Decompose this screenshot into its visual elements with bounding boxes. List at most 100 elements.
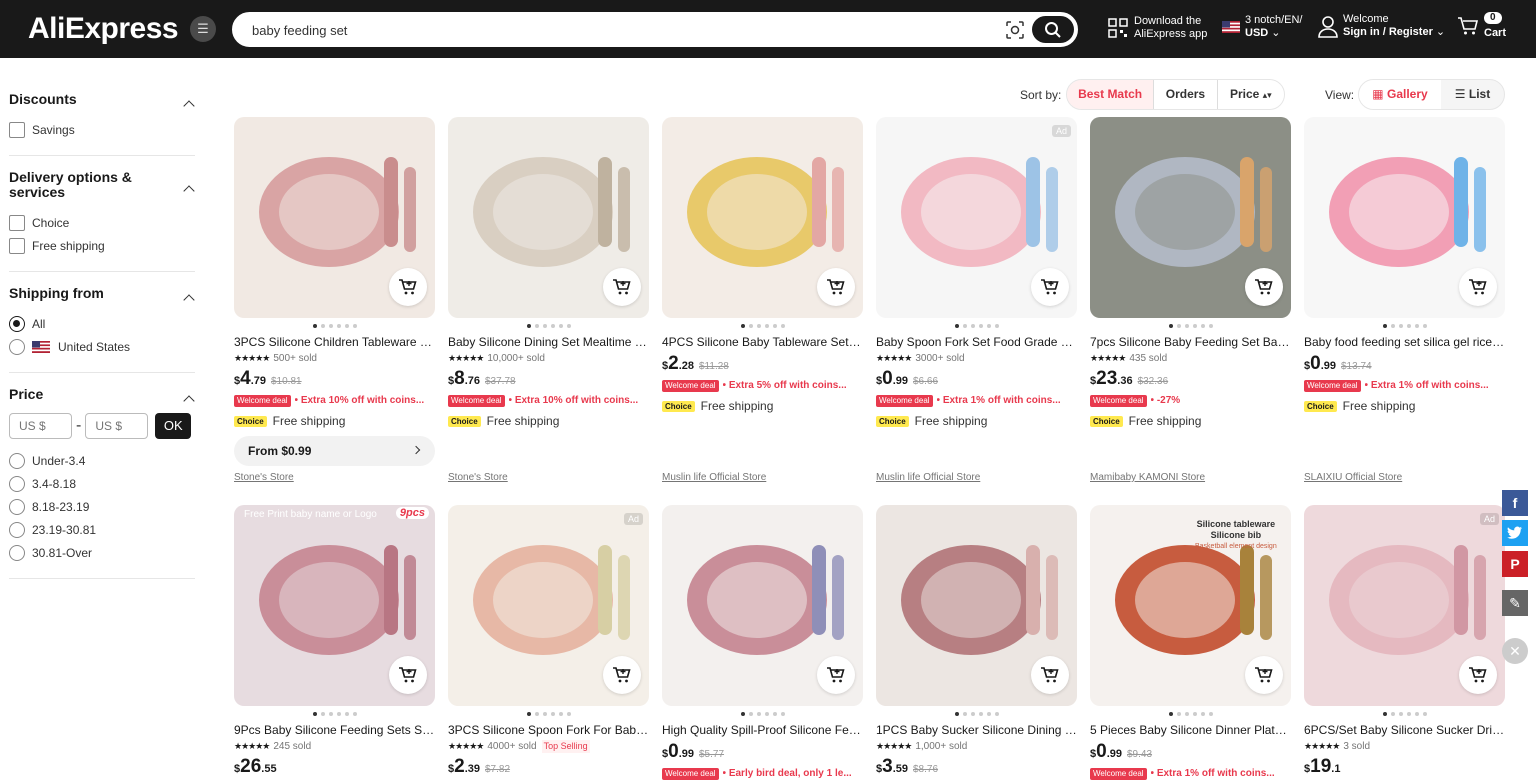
add-to-cart-button[interactable] — [817, 268, 855, 306]
twitter-share-icon[interactable] — [1502, 520, 1528, 546]
product-card[interactable]: High Quality Spill-Proof Silicone Fee...… — [662, 505, 863, 781]
image-carousel-dots[interactable] — [1090, 709, 1291, 719]
qr-code-icon[interactable] — [1108, 18, 1128, 38]
radio[interactable] — [9, 452, 25, 469]
price-range-option[interactable]: Under-3.4 — [9, 449, 195, 472]
product-image[interactable] — [448, 117, 649, 318]
product-card[interactable]: Silicone tableware Silicone bib Basketball… — [1090, 505, 1291, 781]
radio[interactable] — [9, 315, 25, 332]
search-input[interactable] — [252, 21, 992, 39]
radio[interactable] — [9, 475, 25, 492]
product-image[interactable] — [662, 117, 863, 318]
product-image[interactable] — [234, 117, 435, 318]
store-link[interactable]: Stone's Store — [234, 472, 294, 483]
search-button[interactable] — [1032, 16, 1074, 43]
image-carousel-dots[interactable] — [448, 709, 649, 719]
sort-price[interactable]: Price ▴▾ — [1217, 80, 1284, 109]
image-carousel-dots[interactable] — [662, 321, 863, 331]
add-to-cart-button[interactable] — [389, 268, 427, 306]
product-title[interactable]: Baby food feeding set silica gel rice ..… — [1304, 335, 1505, 350]
menu-icon[interactable]: ☰ — [190, 16, 216, 42]
product-card[interactable]: 7pcs Silicone Baby Feeding Set Bab... ★★… — [1090, 117, 1291, 428]
price-range-option[interactable]: 30.81-Over — [9, 541, 195, 564]
image-carousel-dots[interactable] — [234, 321, 435, 331]
product-image[interactable]: Ad — [876, 117, 1077, 318]
sort-orders[interactable]: Orders — [1154, 80, 1218, 109]
price-min-input[interactable] — [9, 413, 72, 439]
product-title[interactable]: 9Pcs Baby Silicone Feeding Sets Suc... — [234, 723, 435, 738]
store-link[interactable]: Muslin life Official Store — [662, 472, 766, 483]
from-price-button[interactable]: From $0.99 — [234, 436, 435, 466]
product-card[interactable]: 4PCS Silicone Baby Tableware Set Li... $… — [662, 117, 863, 413]
view-gallery[interactable]: ▦ Gallery — [1359, 80, 1441, 109]
checkbox[interactable] — [9, 214, 25, 231]
product-title[interactable]: High Quality Spill-Proof Silicone Fee... — [662, 723, 863, 738]
signin-link[interactable]: Sign in / Register — [1343, 26, 1433, 38]
facebook-share-icon[interactable]: f — [1502, 490, 1528, 516]
sort-best-match[interactable]: Best Match — [1067, 80, 1155, 109]
product-card[interactable]: Baby food feeding set silica gel rice ..… — [1304, 117, 1505, 413]
image-carousel-dots[interactable] — [876, 321, 1077, 331]
product-card[interactable]: 3PCS Silicone Children Tableware B... ★★… — [234, 117, 435, 466]
store-link[interactable]: SLAIXIU Official Store — [1304, 472, 1402, 483]
product-image[interactable] — [662, 505, 863, 706]
checkbox[interactable] — [9, 121, 25, 138]
product-image[interactable] — [1304, 117, 1505, 318]
cart-icon[interactable] — [1457, 16, 1479, 36]
add-to-cart-button[interactable] — [603, 268, 641, 306]
store-link[interactable]: Mamibaby KAMONI Store — [1090, 472, 1205, 483]
add-to-cart-button[interactable] — [1031, 656, 1069, 694]
product-card[interactable]: Ad Baby Spoon Fork Set Food Grade Sil...… — [876, 117, 1077, 428]
image-carousel-dots[interactable] — [876, 709, 1077, 719]
product-card[interactable]: Free Print baby name or Logo 9pcs 9Pcs Ba… — [234, 505, 435, 779]
store-link[interactable]: Muslin life Official Store — [876, 472, 980, 483]
product-title[interactable]: 3PCS Silicone Children Tableware B... — [234, 335, 435, 350]
close-icon[interactable]: ✕ — [1502, 638, 1528, 664]
download-app-link[interactable]: Download the AliExpress app — [1134, 15, 1207, 41]
filter-savings[interactable]: Savings — [9, 118, 195, 141]
image-carousel-dots[interactable] — [1304, 709, 1505, 719]
add-to-cart-button[interactable] — [817, 656, 855, 694]
product-title[interactable]: 5 Pieces Baby Silicone Dinner Plate ... — [1090, 723, 1291, 738]
add-to-cart-button[interactable] — [1459, 656, 1497, 694]
account-menu[interactable]: Welcome Sign in / Register ⌄ — [1343, 13, 1445, 39]
filter-ship-us[interactable]: United States — [9, 335, 195, 358]
add-to-cart-button[interactable] — [1245, 268, 1283, 306]
product-card[interactable]: Baby Silicone Dining Set Mealtime F... ★… — [448, 117, 649, 428]
image-carousel-dots[interactable] — [448, 321, 649, 331]
product-card[interactable]: Ad 3PCS Silicone Spoon Fork For Baby ...… — [448, 505, 649, 780]
product-image[interactable]: Silicone tableware Silicone bib Basketball… — [1090, 505, 1291, 706]
product-card[interactable]: Ad 6PCS/Set Baby Silicone Sucker Drin...… — [1304, 505, 1505, 779]
radio[interactable] — [9, 338, 25, 355]
price-range-option[interactable]: 3.4-8.18 — [9, 472, 195, 495]
view-list[interactable]: ☰ List — [1441, 80, 1504, 109]
radio[interactable] — [9, 544, 25, 561]
image-carousel-dots[interactable] — [234, 709, 435, 719]
checkbox[interactable] — [9, 237, 25, 254]
radio[interactable] — [9, 498, 25, 515]
product-image[interactable]: Free Print baby name or Logo 9pcs — [234, 505, 435, 706]
product-card[interactable]: 1PCS Baby Sucker Silicone Dining Pl... ★… — [876, 505, 1077, 780]
add-to-cart-button[interactable] — [1459, 268, 1497, 306]
pinterest-share-icon[interactable]: P — [1502, 551, 1528, 577]
product-image[interactable] — [876, 505, 1077, 706]
image-carousel-dots[interactable] — [1304, 321, 1505, 331]
product-title[interactable]: 6PCS/Set Baby Silicone Sucker Drin... — [1304, 723, 1505, 738]
price-range-option[interactable]: 23.19-30.81 — [9, 518, 195, 541]
product-image[interactable]: Ad — [448, 505, 649, 706]
image-carousel-dots[interactable] — [662, 709, 863, 719]
product-image[interactable] — [1090, 117, 1291, 318]
product-title[interactable]: Baby Silicone Dining Set Mealtime F... — [448, 335, 649, 350]
product-image[interactable]: Ad — [1304, 505, 1505, 706]
image-search-icon[interactable] — [1006, 21, 1024, 39]
price-range-option[interactable]: 8.18-23.19 — [9, 495, 195, 518]
radio[interactable] — [9, 521, 25, 538]
image-carousel-dots[interactable] — [1090, 321, 1291, 331]
product-title[interactable]: 3PCS Silicone Spoon Fork For Baby ... — [448, 723, 649, 738]
price-ok-button[interactable]: OK — [155, 413, 192, 439]
filter-choice[interactable]: Choice — [9, 211, 195, 234]
edit-icon[interactable]: ✎ — [1502, 590, 1528, 616]
locale-currency-selector[interactable]: 3 notch/EN/ USD ⌄ — [1245, 14, 1302, 40]
product-title[interactable]: Baby Spoon Fork Set Food Grade Sil... — [876, 335, 1077, 350]
product-title[interactable]: 4PCS Silicone Baby Tableware Set Li... — [662, 335, 863, 350]
